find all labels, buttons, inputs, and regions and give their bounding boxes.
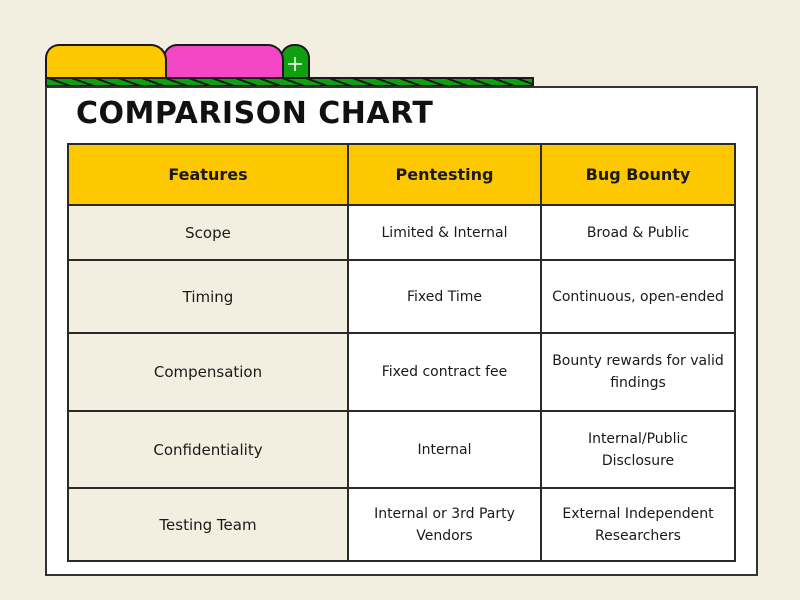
feature-cell: Compensation [67,332,349,412]
bug-bounty-cell: Broad & Public [540,204,736,261]
bug-bounty-cell: Continuous, open-ended [540,259,736,334]
table-row: Timing Fixed Time Continuous, open-ended [67,259,736,334]
table-row: Testing Team Internal or 3rd Party Vendo… [67,487,736,562]
yellow-tab[interactable] [45,44,167,80]
table-row: Confidentiality Internal Internal/Public… [67,410,736,489]
add-tab-button[interactable] [280,44,310,80]
header-pentesting: Pentesting [347,143,542,206]
table-row: Scope Limited & Internal Broad & Public [67,204,736,261]
feature-cell: Confidentiality [67,410,349,489]
table-row: Compensation Fixed contract fee Bounty r… [67,332,736,412]
pentesting-cell: Fixed contract fee [347,332,542,412]
pentesting-cell: Fixed Time [347,259,542,334]
header-bug-bounty: Bug Bounty [540,143,736,206]
plus-icon [287,54,303,72]
bug-bounty-cell: External Independent Researchers [540,487,736,562]
comparison-card: COMPARISON CHART Features Pentesting Bug… [45,86,758,576]
bug-bounty-cell: Bounty rewards for valid findings [540,332,736,412]
table-header-row: Features Pentesting Bug Bounty [67,143,736,206]
pink-tab[interactable] [163,44,284,80]
header-features: Features [67,143,349,206]
pentesting-cell: Internal or 3rd Party Vendors [347,487,542,562]
page-title: COMPARISON CHART [76,96,434,131]
feature-cell: Testing Team [67,487,349,562]
feature-cell: Timing [67,259,349,334]
feature-cell: Scope [67,204,349,261]
pentesting-cell: Limited & Internal [347,204,542,261]
pentesting-cell: Internal [347,410,542,489]
bug-bounty-cell: Internal/Public Disclosure [540,410,736,489]
comparison-table: Features Pentesting Bug Bounty Scope Lim… [67,143,736,562]
